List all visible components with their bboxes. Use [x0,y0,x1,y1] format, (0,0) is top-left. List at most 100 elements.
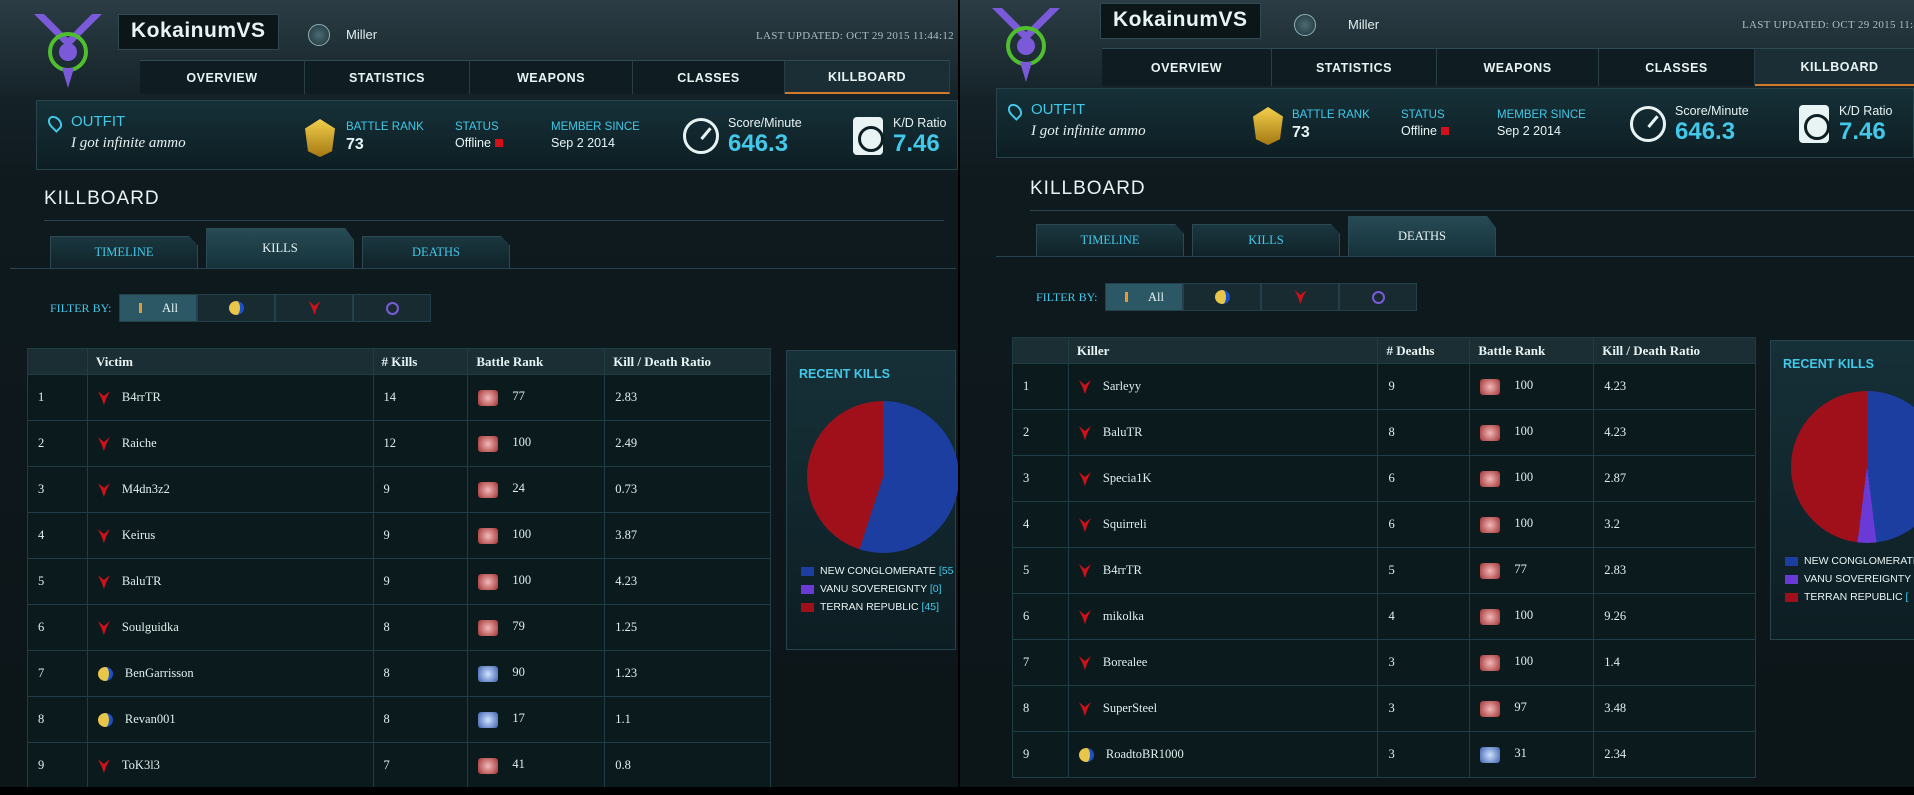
col-battle-rank[interactable]: Battle Rank [1469,337,1595,364]
player-cell[interactable]: BenGarrisson [86,650,374,697]
nav-statistics[interactable]: STATISTICS [305,61,470,94]
filter-tr-button[interactable] [275,294,354,322]
player-cell[interactable]: SuperSteel [1067,685,1379,732]
vs-faction-icon [1371,290,1385,304]
nav-classes[interactable]: CLASSES [633,61,785,94]
player-cell[interactable]: Borealee [1067,639,1379,686]
player-cell[interactable]: B4rrTR [1067,547,1379,594]
row-number: 5 [1012,547,1069,594]
player-link[interactable]: BaluTR [1103,425,1143,439]
tr-faction-icon [97,483,110,498]
tab-deaths[interactable]: DEATHS [1348,216,1496,256]
tab-timeline[interactable]: TIMELINE [50,236,198,268]
player-cell[interactable]: Sarleyy [1067,363,1379,410]
player-cell[interactable]: Squirreli [1067,501,1379,548]
tr-faction-icon [1294,290,1307,304]
table-row[interactable]: 8 SuperSteel 3 97 3.48 [1012,685,1756,732]
player-link[interactable]: B4rrTR [1103,563,1142,577]
filter-vs-button[interactable] [1339,283,1418,311]
tab-deaths[interactable]: DEATHS [362,236,510,268]
tab-kills[interactable]: KILLS [1192,224,1340,256]
player-link[interactable]: Borealee [1103,655,1147,669]
outfit-name: I got infinite ammo [1031,123,1146,139]
player-link[interactable]: Raiche [122,436,157,450]
filter-all-button[interactable]: All [119,294,198,322]
col-kd[interactable]: Kill / Death Ratio [1593,337,1756,364]
player-cell[interactable]: M4dn3z2 [86,466,374,513]
col-kd[interactable]: Kill / Death Ratio [604,348,771,375]
player-link[interactable]: Squirreli [1103,517,1147,531]
player-link[interactable]: Keirus [122,528,155,542]
col-killer[interactable]: Killer [1067,337,1379,364]
table-row[interactable]: 6 mikolka 4 100 9.26 [1012,593,1756,640]
player-link[interactable]: M4dn3z2 [122,482,170,496]
table-row[interactable]: 2 Raiche 12 100 2.49 [27,420,771,467]
player-link[interactable]: BaluTR [122,574,162,588]
player-cell[interactable]: Raiche [86,420,374,467]
col-victim[interactable]: Victim [86,348,374,375]
table-row[interactable]: 1 Sarleyy 9 100 4.23 [1012,363,1756,410]
player-link[interactable]: SuperSteel [1103,701,1157,715]
table-row[interactable]: 7 Borealee 3 100 1.4 [1012,639,1756,686]
player-link[interactable]: Soulguidka [122,620,179,634]
kd-ratio-icon [853,117,884,155]
table-row[interactable]: 8 Revan001 8 17 1.1 [27,696,771,743]
table-row[interactable]: 5 B4rrTR 5 77 2.83 [1012,547,1756,594]
col-deaths[interactable]: # Deaths [1377,337,1471,364]
table-row[interactable]: 4 Squirreli 6 100 3.2 [1012,501,1756,548]
player-cell[interactable]: RoadtoBR1000 [1067,731,1379,778]
player-cell[interactable]: BaluTR [86,558,374,605]
kd-value: 7.46 [1839,118,1886,145]
player-cell[interactable]: Revan001 [86,696,374,743]
nav-killboard[interactable]: KILLBOARD [785,61,950,94]
table-row[interactable]: 9 RoadtoBR1000 3 31 2.34 [1012,731,1756,778]
col-battle-rank[interactable]: Battle Rank [467,348,606,375]
row-number: 3 [1012,455,1069,502]
player-cell[interactable]: Specia1K [1067,455,1379,502]
tab-timeline[interactable]: TIMELINE [1036,224,1184,256]
outfit-label: OUTFIT [71,113,126,130]
player-link[interactable]: BenGarrisson [125,666,194,680]
count-cell: 9 [372,512,469,559]
table-row[interactable]: 5 BaluTR 9 100 4.23 [27,558,771,605]
player-cell[interactable]: Soulguidka [86,604,374,651]
player-cell[interactable]: B4rrTR [86,374,374,421]
nav-killboard[interactable]: KILLBOARD [1755,49,1914,86]
nav-overview[interactable]: OVERVIEW [1102,49,1272,86]
filter-nc-button[interactable] [197,294,276,322]
player-cell[interactable]: ToK3l3 [86,742,374,787]
player-link[interactable]: Revan001 [125,712,176,726]
table-row[interactable]: 1 B4rrTR 14 77 2.83 [27,374,771,421]
table-row[interactable]: 3 M4dn3z2 9 24 0.73 [27,466,771,513]
player-link[interactable]: Specia1K [1103,471,1152,485]
nav-classes[interactable]: CLASSES [1599,49,1755,86]
player-cell[interactable]: BaluTR [1067,409,1379,456]
filter-tr-button[interactable] [1261,283,1340,311]
nav-weapons[interactable]: WEAPONS [470,61,633,94]
table-row[interactable]: 4 Keirus 9 100 3.87 [27,512,771,559]
kd-cell: 0.8 [604,742,771,787]
nav-overview[interactable]: OVERVIEW [140,61,305,94]
col-kills[interactable]: # Kills [372,348,469,375]
tab-kills[interactable]: KILLS [206,228,354,268]
player-cell[interactable]: mikolka [1067,593,1379,640]
table-row[interactable]: 6 Soulguidka 8 79 1.25 [27,604,771,651]
player-link[interactable]: B4rrTR [122,390,161,404]
table-row[interactable]: 2 BaluTR 8 100 4.23 [1012,409,1756,456]
status-label: STATUS [1401,109,1445,121]
table-row[interactable]: 7 BenGarrisson 8 90 1.23 [27,650,771,697]
player-link[interactable]: mikolka [1103,609,1144,623]
nav-weapons[interactable]: WEAPONS [1437,49,1599,86]
player-link[interactable]: ToK3l3 [122,758,160,772]
player-cell[interactable]: Keirus [86,512,374,559]
stat-bar: OUTFIT I got infinite ammo BATTLE RANK 7… [36,100,958,170]
filter-all-button[interactable]: All [1105,283,1184,311]
player-link[interactable]: RoadtoBR1000 [1106,747,1184,761]
player-link[interactable]: Sarleyy [1103,379,1141,393]
filter-nc-button[interactable] [1183,283,1262,311]
filter-vs-button[interactable] [353,294,432,322]
table-row[interactable]: 9 ToK3l3 7 41 0.8 [27,742,771,787]
table-row[interactable]: 3 Specia1K 6 100 2.87 [1012,455,1756,502]
nav-statistics[interactable]: STATISTICS [1272,49,1437,86]
recent-kills-title: RECENT KILLS [799,367,890,381]
